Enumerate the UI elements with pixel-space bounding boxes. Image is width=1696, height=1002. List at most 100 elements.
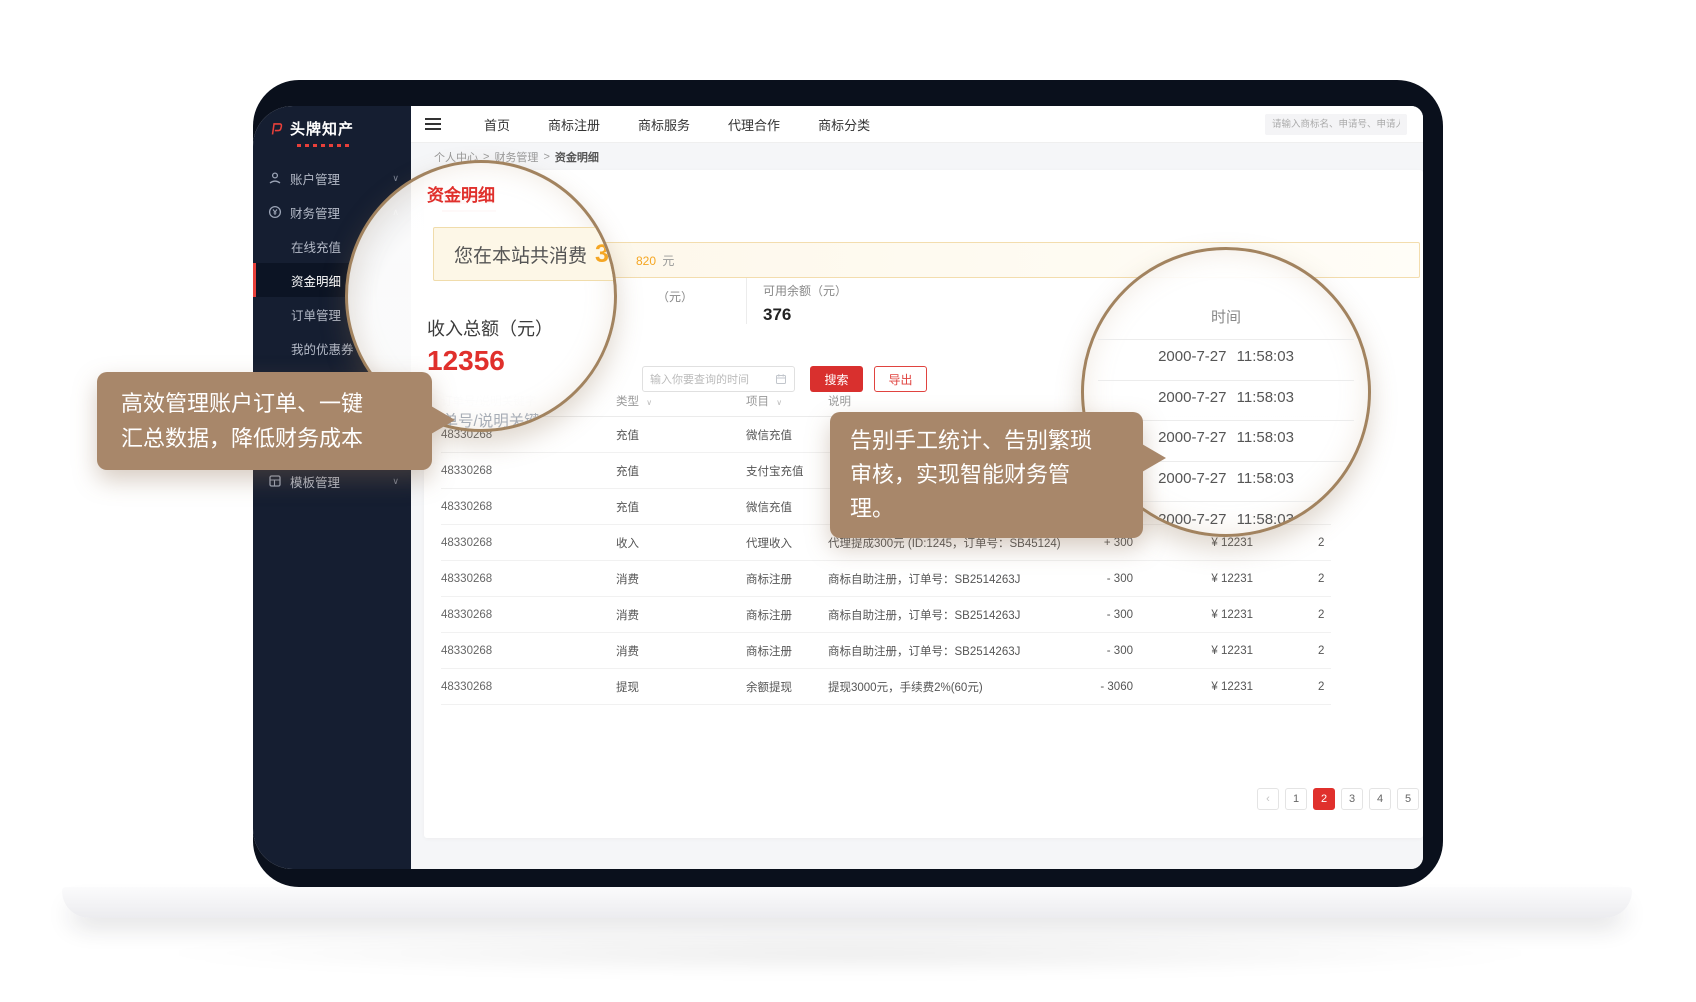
cell-type: 收入 bbox=[616, 535, 746, 551]
cell-time: 2 bbox=[1253, 681, 1331, 693]
cell-balance: ¥ 12231 bbox=[1133, 681, 1253, 693]
expense-total-label: （元） bbox=[657, 288, 693, 305]
tooltip-arrow-icon bbox=[1142, 444, 1166, 472]
table-row: 48330268 消费 商标注册 商标自助注册，订单号：SB2514263J -… bbox=[441, 633, 1331, 669]
sidebar-item-label: 账户管理 bbox=[290, 169, 392, 188]
tooltip-line: 汇总数据，降低财务成本 bbox=[121, 421, 408, 456]
balance-value: 376 bbox=[763, 305, 847, 325]
cell-order: 48330268 bbox=[441, 609, 616, 621]
zoomed-income-label: 收入总额（元） bbox=[427, 315, 553, 341]
banner-unit: 元 bbox=[662, 254, 674, 268]
banner-amount: 820 bbox=[636, 254, 656, 268]
pagination-page-5[interactable]: 5 bbox=[1397, 788, 1419, 810]
zoomed-tab-title: 资金明细 bbox=[427, 181, 495, 206]
laptop-base bbox=[62, 887, 1632, 918]
sidebar-item-label: 我的优惠券 bbox=[291, 339, 354, 358]
nav-item-home[interactable]: 首页 bbox=[484, 115, 510, 134]
table-row: 48330268 消费 商标注册 商标自助注册，订单号：SB2514263J -… bbox=[441, 597, 1331, 633]
col-header-desc: 说明 bbox=[828, 393, 1078, 409]
cell-order: 48330268 bbox=[441, 645, 616, 657]
cell-amount: - 300 bbox=[1078, 609, 1133, 621]
tooltip-line: 高效管理账户订单、一键 bbox=[121, 386, 408, 421]
cell-order: 48330268 bbox=[441, 501, 616, 513]
search-input[interactable] bbox=[1265, 114, 1407, 135]
logo-icon bbox=[269, 122, 283, 136]
zoomed-date-input bbox=[571, 391, 617, 432]
logo: 头牌知产 bbox=[253, 106, 411, 143]
cell-type: 充值 bbox=[616, 499, 746, 515]
pagination-page-4[interactable]: 4 bbox=[1369, 788, 1391, 810]
cell-project: 商标注册 bbox=[746, 607, 828, 623]
zoomed-row-divider bbox=[1098, 339, 1354, 340]
finance-icon bbox=[268, 205, 282, 219]
nav-item-trademark-class[interactable]: 商标分类 bbox=[818, 115, 870, 134]
pagination-page-1[interactable]: 1 bbox=[1285, 788, 1307, 810]
cell-project: 商标注册 bbox=[746, 571, 828, 587]
cell-amount: - 300 bbox=[1078, 573, 1133, 585]
pagination-page-2-active[interactable]: 2 bbox=[1313, 788, 1335, 810]
breadcrumb-item-current: 资金明细 bbox=[555, 149, 599, 165]
logo-title: 头牌知产 bbox=[290, 118, 354, 139]
nav-item-trademark-register[interactable]: 商标注册 bbox=[548, 115, 600, 134]
tooltip-left: 高效管理账户订单、一键 汇总数据，降低财务成本 bbox=[97, 372, 432, 470]
cell-type: 消费 bbox=[616, 643, 746, 659]
cell-project: 余额提现 bbox=[746, 679, 828, 695]
sidebar-item-label: 订单管理 bbox=[291, 305, 341, 324]
sidebar-item-account[interactable]: 账户管理 ∨ bbox=[253, 161, 411, 195]
calendar-icon bbox=[775, 373, 787, 385]
col-header-label: 项目 bbox=[746, 396, 769, 408]
cell-amount: + 300 bbox=[1078, 537, 1133, 549]
chevron-down-icon: ∨ bbox=[392, 476, 399, 487]
cell-desc: 提现3000元，手续费2%(60元) bbox=[828, 679, 1078, 695]
table-row: 48330268 消费 商标注册 商标自助注册，订单号：SB2514263J -… bbox=[441, 561, 1331, 597]
pagination-prev-button[interactable]: ‹ bbox=[1257, 788, 1279, 810]
cell-desc: 商标自助注册，订单号：SB2514263J bbox=[828, 643, 1078, 659]
cell-balance: ¥ 12231 bbox=[1133, 645, 1253, 657]
cell-type: 提现 bbox=[616, 679, 746, 695]
cell-time: 2 bbox=[1253, 537, 1331, 549]
zoomed-banner-prefix: 您在本站共消费 bbox=[454, 241, 587, 268]
nav-item-trademark-service[interactable]: 商标服务 bbox=[638, 115, 690, 134]
cell-time: 2 bbox=[1253, 645, 1331, 657]
col-header-type[interactable]: 类型 ∨ bbox=[616, 393, 746, 409]
cell-order: 48330268 bbox=[441, 681, 616, 693]
cell-desc: 商标自助注册，订单号：SB2514263J bbox=[828, 607, 1078, 623]
zoomed-consumption-banner: 您在本站共消费 32124 bbox=[433, 227, 617, 281]
cell-order: 48330268 bbox=[441, 573, 616, 585]
cell-type: 消费 bbox=[616, 571, 746, 587]
tooltip-line: 理。 bbox=[850, 492, 1123, 526]
stage: 头牌知产 账户管理 ∨ bbox=[0, 0, 1696, 1002]
user-icon bbox=[268, 171, 282, 185]
sidebar-item-label: 模板管理 bbox=[290, 472, 392, 491]
breadcrumb: 个人中心 > 财务管理 > 资金明细 bbox=[411, 143, 1423, 170]
pagination-page-3[interactable]: 3 bbox=[1341, 788, 1363, 810]
zoomed-row-divider bbox=[1098, 380, 1354, 381]
cell-balance: ¥ 12231 bbox=[1133, 573, 1253, 585]
template-icon bbox=[268, 474, 282, 488]
nav-item-agency[interactable]: 代理合作 bbox=[728, 115, 780, 134]
sort-caret-icon: ∨ bbox=[646, 398, 652, 407]
cell-project: 微信充值 bbox=[746, 499, 828, 515]
balance-label: 可用余额（元） bbox=[763, 282, 847, 299]
chevron-down-icon: ∨ bbox=[392, 173, 399, 184]
breadcrumb-separator: > bbox=[543, 151, 549, 163]
tooltip-line: 审核，实现智能财务管 bbox=[850, 458, 1123, 492]
menu-icon[interactable] bbox=[425, 115, 441, 133]
top-navbar: 首页 商标注册 商标服务 代理合作 商标分类 bbox=[411, 106, 1423, 143]
zoomed-income-value: 12356 bbox=[427, 345, 505, 377]
col-header-project[interactable]: 项目 ∨ bbox=[746, 393, 828, 409]
cell-type: 充值 bbox=[616, 463, 746, 479]
cell-order: 48330268 bbox=[441, 465, 616, 477]
stats-divider bbox=[746, 278, 747, 324]
zoomed-time-header: 时间 bbox=[1084, 306, 1368, 327]
cell-project: 微信充值 bbox=[746, 427, 828, 443]
cell-amount: - 3060 bbox=[1078, 681, 1133, 693]
tooltip-line: 告别手工统计、告别繁琐 bbox=[850, 424, 1123, 458]
cell-balance: ¥ 12231 bbox=[1133, 537, 1253, 549]
zoomed-time-cell: 2000-7-27 11:58:03 bbox=[1084, 348, 1368, 365]
tooltip-right: 告别手工统计、告别繁琐 审核，实现智能财务管 理。 bbox=[830, 412, 1143, 538]
sidebar-item-label: 资金明细 bbox=[291, 271, 341, 290]
cell-project: 支付宝充值 bbox=[746, 463, 828, 479]
cell-time: 2 bbox=[1253, 573, 1331, 585]
table-row: 48330268 提现 余额提现 提现3000元，手续费2%(60元) - 30… bbox=[441, 669, 1331, 705]
